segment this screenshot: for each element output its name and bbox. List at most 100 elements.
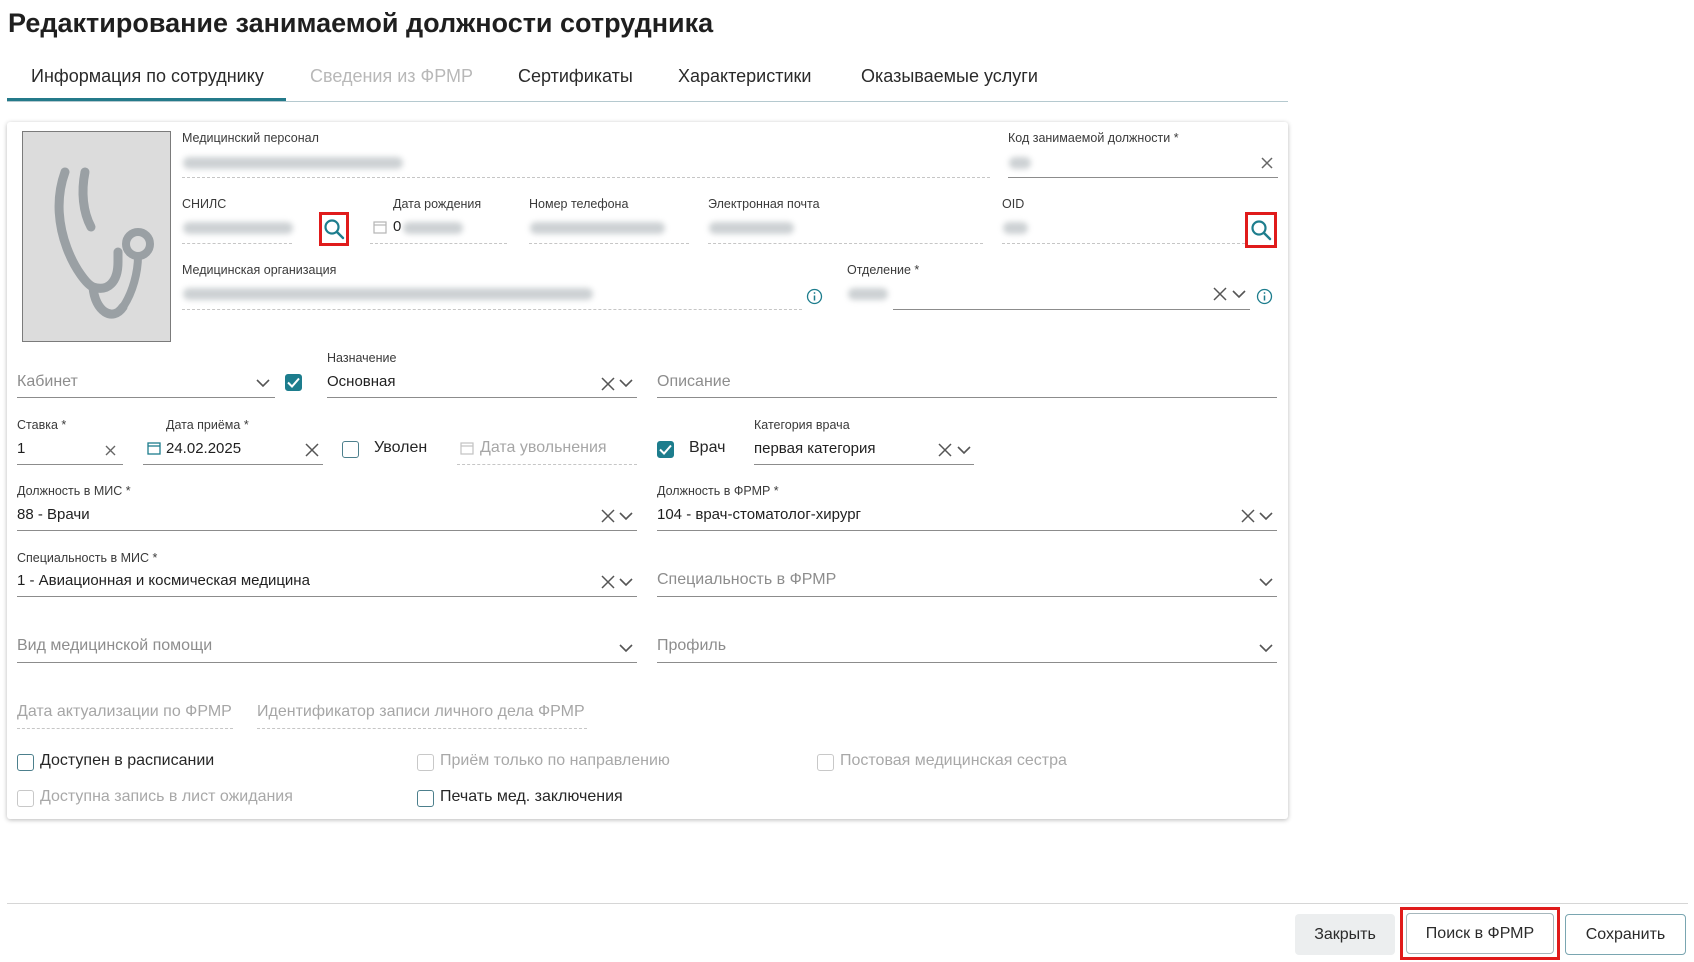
clear-icon[interactable] bbox=[102, 442, 118, 458]
frmr-position-label: Должность в ФРМР * bbox=[657, 484, 779, 498]
search-icon bbox=[1251, 220, 1272, 241]
profile-select[interactable]: Профиль bbox=[657, 637, 726, 655]
cabinet-underline bbox=[17, 397, 275, 398]
chevron-down-icon[interactable] bbox=[617, 641, 635, 655]
position-code-underline bbox=[1008, 177, 1278, 178]
clear-icon[interactable] bbox=[599, 507, 617, 525]
doctor-label: Врач bbox=[689, 439, 726, 456]
chevron-down-icon[interactable] bbox=[617, 509, 635, 523]
rate-label: Ставка * bbox=[17, 418, 67, 432]
email-underline bbox=[708, 243, 983, 244]
employee-photo bbox=[22, 131, 171, 342]
rate-underline bbox=[17, 464, 123, 465]
department-value-redacted bbox=[848, 288, 888, 300]
doctor-category-label: Категория врача bbox=[754, 418, 850, 432]
chevron-down-icon[interactable] bbox=[254, 376, 272, 390]
frmr-specialty-underline bbox=[657, 596, 1277, 597]
search-frmr-button[interactable]: Поиск в ФРМР bbox=[1406, 913, 1554, 954]
purpose-checkbox[interactable] bbox=[285, 374, 302, 391]
clear-icon[interactable] bbox=[1211, 285, 1229, 303]
phone-underline bbox=[529, 243, 689, 244]
mis-specialty-underline bbox=[17, 596, 637, 597]
post-nurse-checkbox-label: Постовая медицинская сестра bbox=[840, 752, 1067, 769]
snils-underline bbox=[182, 243, 292, 244]
save-button[interactable]: Сохранить bbox=[1565, 914, 1686, 955]
dismissal-date-input: Дата увольнения bbox=[480, 439, 607, 456]
calendar-icon bbox=[459, 440, 475, 456]
dismissed-checkbox[interactable] bbox=[342, 441, 359, 458]
print-conclusion-checkbox[interactable] bbox=[417, 790, 434, 807]
purpose-label: Назначение bbox=[327, 351, 397, 365]
print-conclusion-checkbox-label: Печать мед. заключения bbox=[440, 788, 623, 805]
tab-characteristics[interactable]: Характеристики bbox=[678, 66, 811, 87]
page-title: Редактирование занимаемой должности сотр… bbox=[8, 8, 714, 38]
department-underline bbox=[893, 309, 1250, 310]
frmr-record-id-underline bbox=[257, 728, 587, 729]
clear-icon[interactable] bbox=[599, 375, 617, 393]
oid-search-button[interactable] bbox=[1245, 212, 1277, 248]
mis-specialty-value[interactable]: 1 - Авиационная и космическая медицина bbox=[17, 572, 310, 589]
med-staff-underline bbox=[182, 177, 990, 178]
tab-employee-info[interactable]: Информация по сотруднику bbox=[31, 66, 264, 87]
chevron-down-icon[interactable] bbox=[1257, 575, 1275, 589]
schedule-checkbox[interactable] bbox=[17, 754, 34, 771]
mis-position-label: Должность в МИС * bbox=[17, 484, 131, 498]
frmr-update-date-input: Дата актуализации по ФРМР bbox=[17, 703, 232, 720]
phone-label: Номер телефона bbox=[529, 197, 629, 211]
snils-value-redacted bbox=[183, 222, 293, 234]
med-staff-label: Медицинский персонал bbox=[182, 131, 319, 145]
frmr-update-date-underline bbox=[17, 728, 233, 729]
clear-icon[interactable] bbox=[599, 573, 617, 591]
clear-icon[interactable] bbox=[1239, 507, 1257, 525]
department-label: Отделение * bbox=[847, 263, 920, 277]
cabinet-select[interactable]: Кабинет bbox=[17, 373, 78, 391]
clear-icon[interactable] bbox=[936, 441, 954, 459]
doctor-category-value[interactable]: первая категория bbox=[754, 440, 876, 457]
care-type-underline bbox=[17, 662, 637, 663]
birth-date-value-redacted bbox=[403, 222, 463, 234]
position-code-value-redacted bbox=[1009, 157, 1031, 169]
hire-date-value[interactable]: 24.02.2025 bbox=[166, 440, 241, 457]
mis-position-underline bbox=[17, 530, 637, 531]
footer-divider bbox=[7, 903, 1688, 904]
chevron-down-icon[interactable] bbox=[617, 575, 635, 589]
birth-date-value: 0 bbox=[393, 218, 402, 235]
chevron-down-icon[interactable] bbox=[1257, 641, 1275, 655]
chevron-down-icon[interactable] bbox=[955, 443, 973, 457]
calendar-icon[interactable] bbox=[146, 440, 162, 456]
clear-icon[interactable] bbox=[1258, 154, 1276, 172]
doctor-checkbox[interactable] bbox=[657, 441, 674, 458]
rate-value[interactable]: 1 bbox=[17, 440, 25, 457]
info-icon[interactable] bbox=[1255, 287, 1273, 305]
purpose-underline bbox=[327, 397, 637, 398]
frmr-specialty-select[interactable]: Специальность в ФРМР bbox=[657, 571, 836, 589]
tab-bar: Информация по сотруднику Сведения из ФРМ… bbox=[7, 58, 1288, 102]
snils-search-button[interactable] bbox=[319, 212, 349, 246]
email-label: Электронная почта bbox=[708, 197, 820, 211]
chevron-down-icon[interactable] bbox=[1230, 285, 1248, 303]
checkmark-icon bbox=[287, 377, 300, 388]
tab-services[interactable]: Оказываемые услуги bbox=[861, 66, 1038, 87]
tab-certificates[interactable]: Сертификаты bbox=[518, 66, 633, 87]
chevron-down-icon[interactable] bbox=[1257, 509, 1275, 523]
profile-underline bbox=[657, 662, 1277, 663]
position-code-label: Код занимаемой должности * bbox=[1008, 131, 1179, 145]
stethoscope-icon bbox=[54, 167, 154, 319]
med-org-underline bbox=[182, 309, 802, 310]
close-button[interactable]: Закрыть bbox=[1295, 914, 1395, 955]
calendar-icon bbox=[372, 219, 388, 235]
clear-icon[interactable] bbox=[303, 441, 321, 459]
med-org-label: Медицинская организация bbox=[182, 263, 337, 277]
purpose-value[interactable]: Основная bbox=[327, 373, 396, 390]
search-icon bbox=[324, 219, 345, 240]
info-icon[interactable] bbox=[805, 287, 823, 305]
dismissal-date-underline bbox=[457, 464, 637, 465]
active-tab-indicator bbox=[7, 98, 286, 101]
mis-position-value[interactable]: 88 - Врачи bbox=[17, 506, 90, 523]
description-underline bbox=[657, 397, 1277, 398]
frmr-position-value[interactable]: 104 - врач-стоматолог-хирург bbox=[657, 506, 861, 523]
description-input[interactable]: Описание bbox=[657, 373, 731, 391]
care-type-select[interactable]: Вид медицинской помощи bbox=[17, 637, 212, 655]
chevron-down-icon[interactable] bbox=[617, 376, 635, 390]
oid-value-redacted bbox=[1003, 222, 1028, 234]
